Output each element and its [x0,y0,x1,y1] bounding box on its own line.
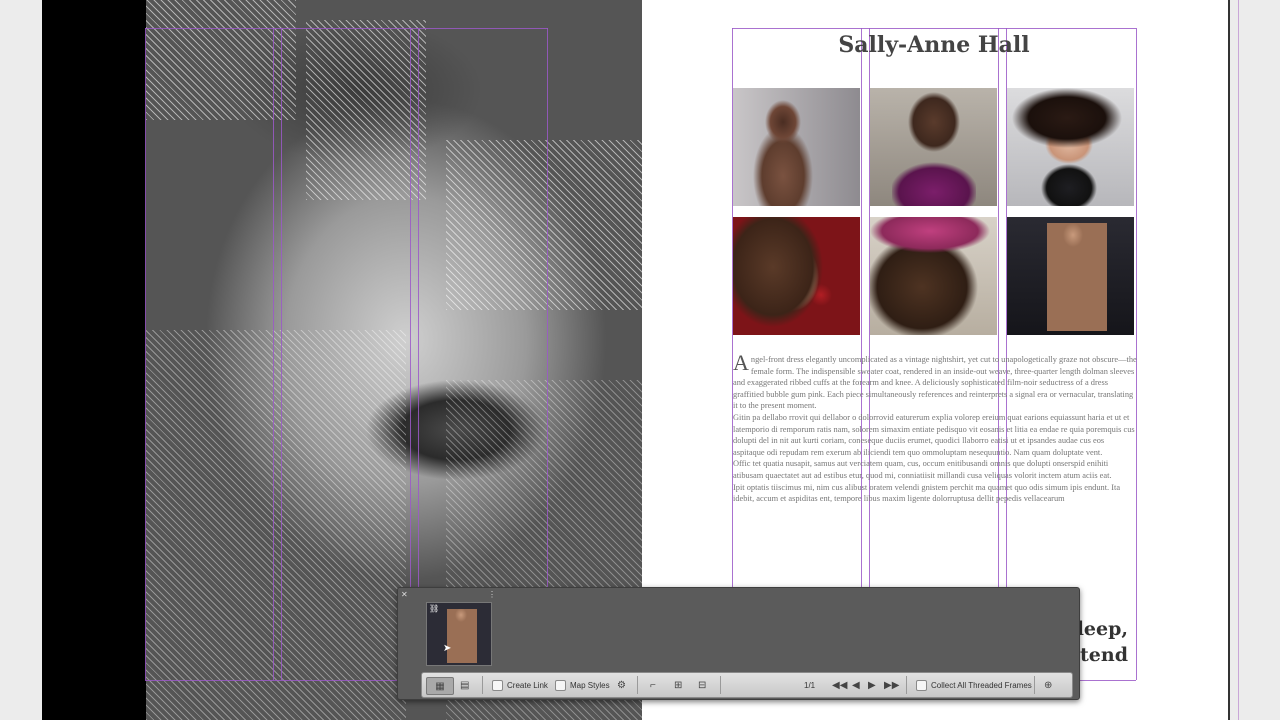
link-badge-icon: ⛓ [429,604,440,613]
map-styles-label: Map Styles [570,680,610,690]
create-link-checkbox[interactable]: Create Link [492,677,548,693]
column-guide [547,28,548,588]
content-collector-icon[interactable]: ⚙ [617,677,626,693]
next-icon[interactable]: ▶ [868,677,876,693]
create-link-label: Create Link [507,680,548,690]
place-content-icon[interactable]: ▦ [426,677,454,695]
place-single-icon[interactable]: ⌐ [650,677,656,693]
photo-thumbnail[interactable] [1007,88,1134,206]
paragraph: ngel-front dress elegantly uncomplicated… [733,355,1137,411]
margin-guide [145,680,405,681]
body-text-frame[interactable]: A ngel-front dress elegantly uncomplicat… [733,350,1137,505]
margin-guide [732,28,1136,29]
content-conveyor-panel: ✕ ⋮ ⛓ ➤ ▦ ▤ Create Link Map Styles ⚙ ⌐ ⊞… [397,587,1080,700]
paragraph: Gitin pa dellabo rrovit qui dellabor o d… [733,412,1135,457]
overset-heading-line: tend [1080,644,1128,666]
last-icon[interactable]: ▶▶ [884,677,899,693]
place-load-icon[interactable]: ⊟ [698,677,706,693]
bleed-guide [1238,0,1239,720]
previous-icon[interactable]: ◀ [852,677,860,693]
drop-cap: A [733,350,749,375]
column-guide [410,28,411,588]
page-edge [1228,0,1230,720]
column-guide [145,28,146,680]
overset-heading-line: leep, [1076,618,1128,640]
load-conveyor-icon[interactable]: ⊕ [1044,677,1052,693]
paragraph: Offic tet quatia nusapit, samus aut verc… [733,459,1112,480]
collect-threaded-label: Collect All Threaded Frames [931,680,1032,690]
collect-threaded-checkbox[interactable]: Collect All Threaded Frames [916,677,1032,693]
conveyor-item-thumbnail[interactable]: ⛓ ➤ [426,602,492,666]
photo-thumbnail[interactable] [733,88,860,206]
first-icon[interactable]: ◀◀ [832,677,847,693]
place-and-link-icon[interactable]: ▤ [460,677,469,693]
page-counter: 1/1 [804,680,816,690]
place-multiple-icon[interactable]: ⊞ [674,677,682,693]
column-guide [281,28,282,680]
page-title[interactable]: Sally-Anne Hall [732,32,1136,58]
photo-thumbnail[interactable] [733,217,860,335]
column-guide [273,28,274,680]
close-icon[interactable]: ✕ [401,590,408,599]
photo-thumbnail[interactable] [1007,217,1134,335]
map-styles-checkbox[interactable]: Map Styles [555,677,610,693]
conveyor-toolbar: ▦ ▤ Create Link Map Styles ⚙ ⌐ ⊞ ⊟ 1/1 ◀… [421,672,1073,698]
photo-thumbnail[interactable] [870,88,997,206]
panel-menu-icon[interactable]: ⋮ [488,590,496,599]
photo-thumbnail[interactable] [870,217,997,335]
margin-guide [1078,680,1136,681]
cursor-icon: ➤ [443,643,452,654]
margin-guide [145,28,548,29]
column-guide [418,28,419,588]
paragraph: Ipit optatis tiiscimus mi, nim cus alibu… [733,482,1121,504]
